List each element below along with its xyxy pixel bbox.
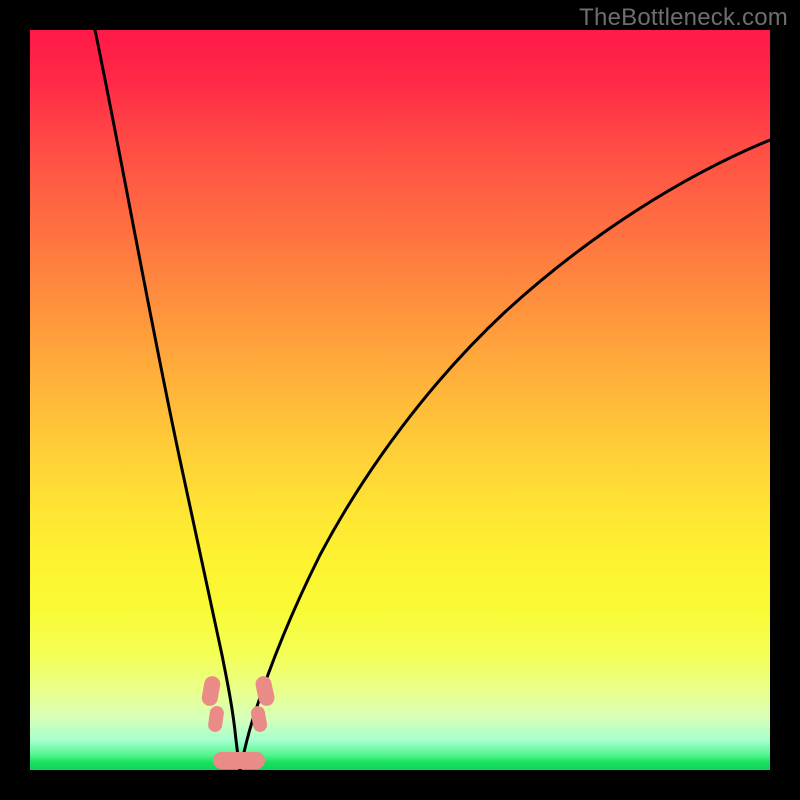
marker-bottom bbox=[213, 752, 265, 769]
watermark-text: TheBottleneck.com bbox=[579, 4, 788, 32]
curve-left-branch bbox=[95, 30, 240, 770]
plot-area bbox=[30, 30, 770, 770]
chart-frame: TheBottleneck.com bbox=[0, 0, 800, 800]
curve-right-branch bbox=[240, 140, 770, 770]
curve-layer bbox=[30, 30, 770, 770]
